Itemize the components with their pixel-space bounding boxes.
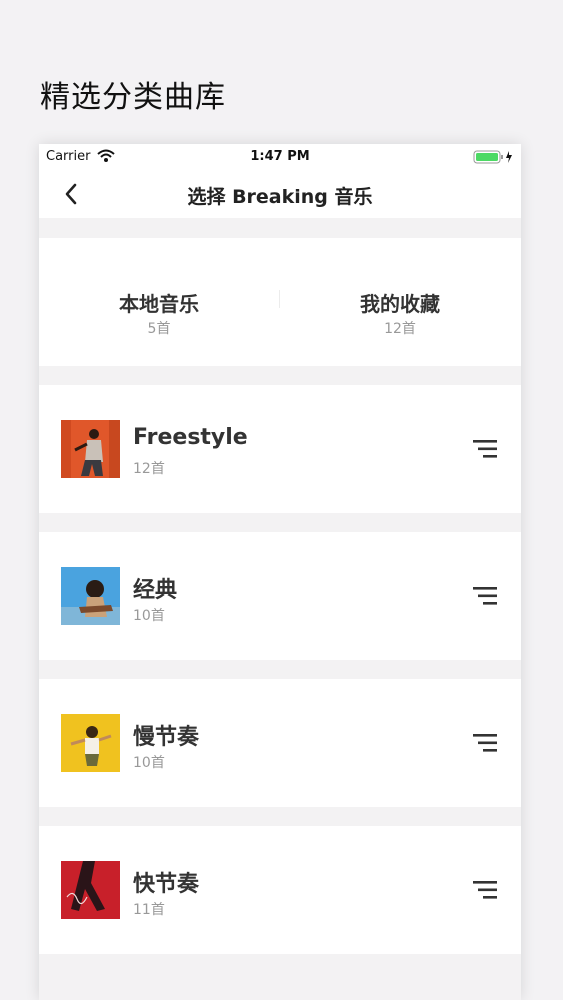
phone-screen: Carrier 1:47 PM 选择 Breaking 音乐 本地音乐 5首 我… xyxy=(39,144,521,1000)
list-menu-icon[interactable] xyxy=(473,733,497,753)
list-menu-icon[interactable] xyxy=(473,880,497,900)
category-cover-image xyxy=(61,420,120,478)
category-card-classic[interactable]: 经典 10首 xyxy=(39,532,521,660)
favorites-count: 12首 xyxy=(384,321,416,337)
status-time: 1:47 PM xyxy=(250,149,310,164)
nav-title: 选择 Breaking 音乐 xyxy=(187,186,373,208)
favorites-button[interactable]: 我的收藏 12首 xyxy=(280,238,520,366)
local-music-count: 5首 xyxy=(147,321,171,337)
local-music-label: 本地音乐 xyxy=(119,292,199,316)
category-card-slow-tempo[interactable]: 慢节奏 10首 xyxy=(39,679,521,807)
category-card-freestyle[interactable]: Freestyle 12首 xyxy=(39,385,521,513)
category-card-fast-tempo[interactable]: 快节奏 11首 xyxy=(39,826,521,954)
category-cover-image xyxy=(61,567,120,625)
list-menu-icon[interactable] xyxy=(473,586,497,606)
category-count: 10首 xyxy=(133,608,165,624)
category-cover-image xyxy=(61,714,120,772)
page-heading: 精选分类曲库 xyxy=(40,80,226,115)
category-name: Freestyle xyxy=(133,425,248,450)
status-bar: Carrier 1:47 PM xyxy=(39,144,521,170)
category-count: 12首 xyxy=(133,461,165,477)
category-name: 经典 xyxy=(133,578,178,603)
local-music-button[interactable]: 本地音乐 5首 xyxy=(39,238,279,366)
category-count: 11首 xyxy=(133,902,165,918)
navigation-bar: 选择 Breaking 音乐 xyxy=(39,170,521,218)
category-cover-image xyxy=(61,861,120,919)
category-name: 慢节奏 xyxy=(133,725,200,750)
category-count: 10首 xyxy=(133,755,165,771)
category-name: 快节奏 xyxy=(133,872,200,897)
music-source-panel: 本地音乐 5首 我的收藏 12首 xyxy=(39,238,521,366)
list-menu-icon[interactable] xyxy=(473,439,497,459)
favorites-label: 我的收藏 xyxy=(360,292,440,316)
battery-icon xyxy=(473,150,515,168)
